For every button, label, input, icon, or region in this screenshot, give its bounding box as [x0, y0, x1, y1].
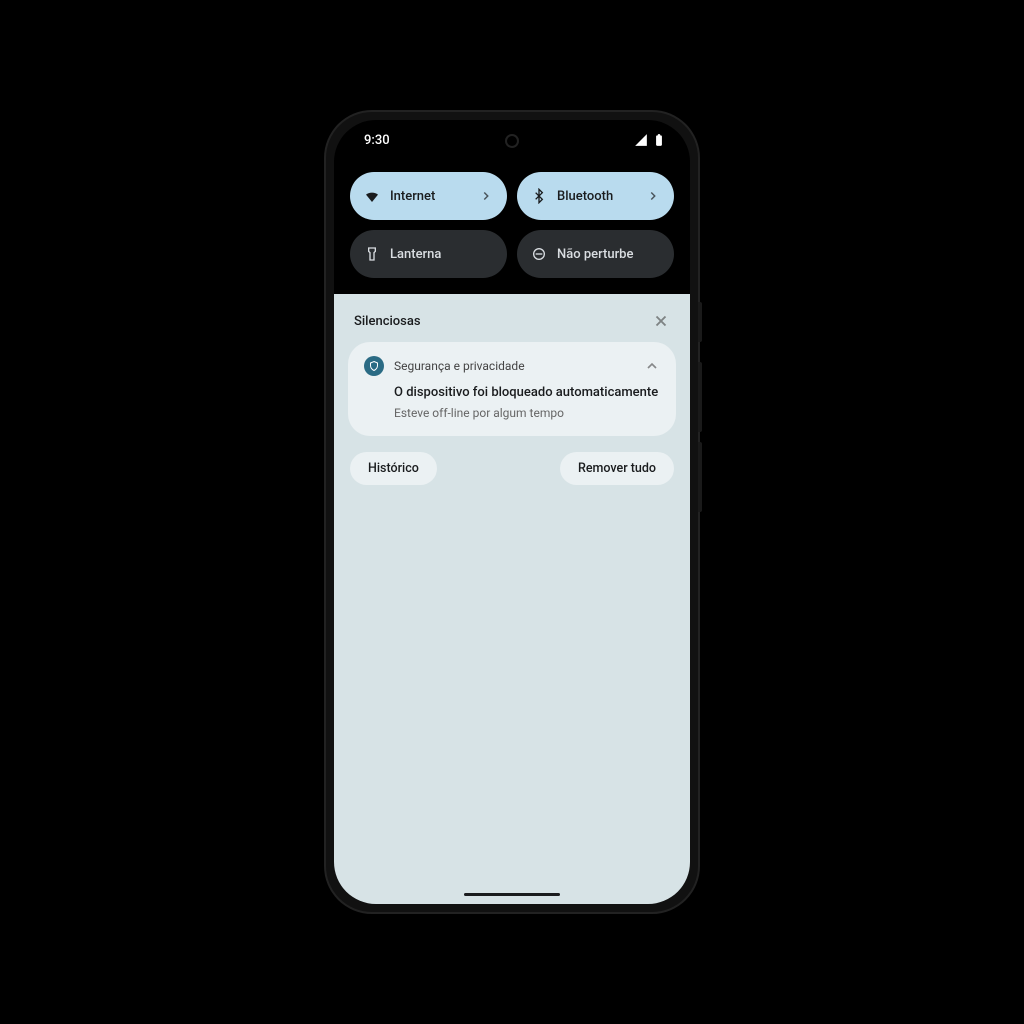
notification-title: O dispositivo foi bloqueado automaticame…	[394, 384, 660, 402]
chevron-right-icon	[479, 189, 493, 203]
status-icons	[634, 133, 666, 147]
side-button	[698, 362, 702, 432]
front-camera	[505, 134, 519, 148]
chevron-right-icon	[646, 189, 660, 203]
side-button	[698, 302, 702, 342]
qs-flashlight-tile[interactable]: Lanterna	[350, 230, 507, 278]
qs-dnd-tile[interactable]: Não perturbe	[517, 230, 674, 278]
clear-all-button[interactable]: Remover tudo	[560, 452, 674, 485]
notification-body: O dispositivo foi bloqueado automaticame…	[364, 384, 660, 420]
phone-frame: 9:30 Internet Bluetooth	[326, 112, 698, 912]
silent-section-label: Silenciosas	[354, 314, 421, 329]
notification-shade[interactable]: Silenciosas Segurança e privacidade O d	[334, 294, 690, 904]
dnd-icon	[531, 246, 547, 262]
signal-icon	[634, 133, 648, 147]
status-time: 9:30	[364, 133, 390, 148]
history-button[interactable]: Histórico	[350, 452, 437, 485]
qs-internet-label: Internet	[390, 189, 469, 204]
notification-header: Segurança e privacidade	[364, 356, 660, 376]
shield-icon	[364, 356, 384, 376]
qs-bluetooth-tile[interactable]: Bluetooth	[517, 172, 674, 220]
quick-settings-panel: Internet Bluetooth Lanterna	[334, 160, 690, 294]
nav-handle[interactable]	[464, 893, 560, 896]
notification-app-name: Segurança e privacidade	[394, 359, 634, 373]
notification-actions: Histórico Remover tudo	[348, 448, 676, 489]
qs-dnd-label: Não perturbe	[557, 247, 660, 262]
phone-screen: 9:30 Internet Bluetooth	[334, 120, 690, 904]
chevron-up-icon[interactable]	[644, 358, 660, 374]
notification-text: Esteve off-line por algum tempo	[394, 406, 660, 420]
qs-flashlight-label: Lanterna	[390, 247, 493, 262]
qs-bluetooth-label: Bluetooth	[557, 189, 636, 204]
silent-section-header: Silenciosas	[348, 312, 676, 330]
flashlight-icon	[364, 246, 380, 262]
notification-card[interactable]: Segurança e privacidade O dispositivo fo…	[348, 342, 676, 436]
qs-internet-tile[interactable]: Internet	[350, 172, 507, 220]
battery-icon	[652, 133, 666, 147]
wifi-icon	[364, 188, 380, 204]
side-button	[698, 442, 702, 512]
bluetooth-icon	[531, 188, 547, 204]
close-icon[interactable]	[652, 312, 670, 330]
